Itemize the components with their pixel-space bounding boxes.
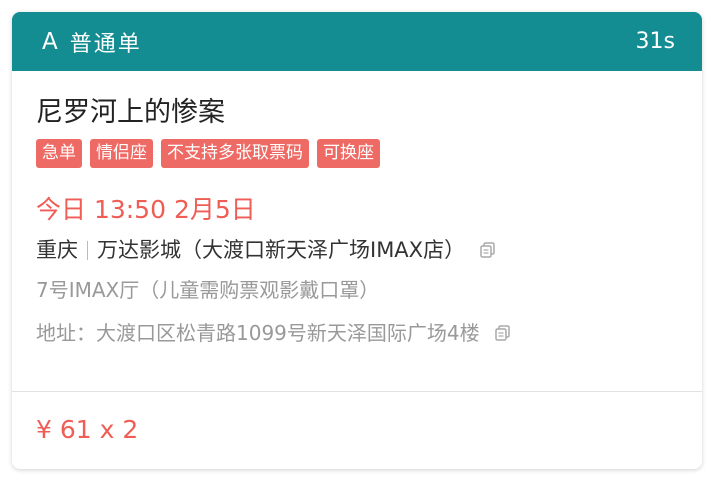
tag-urgent: 急单 [36,139,82,168]
movie-title: 尼罗河上的惨案 [36,97,225,128]
order-card[interactable]: A 普通单 31s 尼罗河上的惨案 急单 情侣座 不支持多张取票码 可换座 今日… [12,12,702,469]
copy-icon[interactable] [479,241,497,259]
tag-couple-seat: 情侣座 [90,139,153,168]
order-header: A 普通单 31s [12,12,702,71]
copy-icon[interactable] [494,324,512,342]
separator [87,240,88,260]
cinema-line: 重庆 万达影城（大渡口新天泽广场IMAX店） [36,235,678,265]
hall-info: 7号IMAX厅（儿童需购票观影戴口罩） [36,278,380,302]
price-total: ¥ 61 x 2 [36,415,139,444]
showtime: 今日 13:50 2月5日 [36,195,256,224]
address-line: 地址：大渡口区松青路1099号新天泽国际广场4楼 [36,318,678,348]
order-type-label: 普通单 [69,31,142,57]
tag-list: 急单 情侣座 不支持多张取票码 可换座 [36,139,678,168]
divider [12,391,702,392]
tag-no-multi-ticket-code: 不支持多张取票码 [161,139,309,168]
tag-seat-changeable: 可换座 [317,139,380,168]
order-body: 尼罗河上的惨案 急单 情侣座 不支持多张取票码 可换座 今日 13:50 2月5… [12,95,702,348]
address-text: 地址：大渡口区松青路1099号新天泽国际广场4楼 [36,321,480,345]
city-name: 重庆 [36,238,78,262]
header-left: A 普通单 [42,26,142,58]
countdown-timer: 31s [635,29,675,54]
cinema-name: 万达影城（大渡口新天泽广场IMAX店） [97,238,466,262]
grade-label: A [42,28,58,55]
